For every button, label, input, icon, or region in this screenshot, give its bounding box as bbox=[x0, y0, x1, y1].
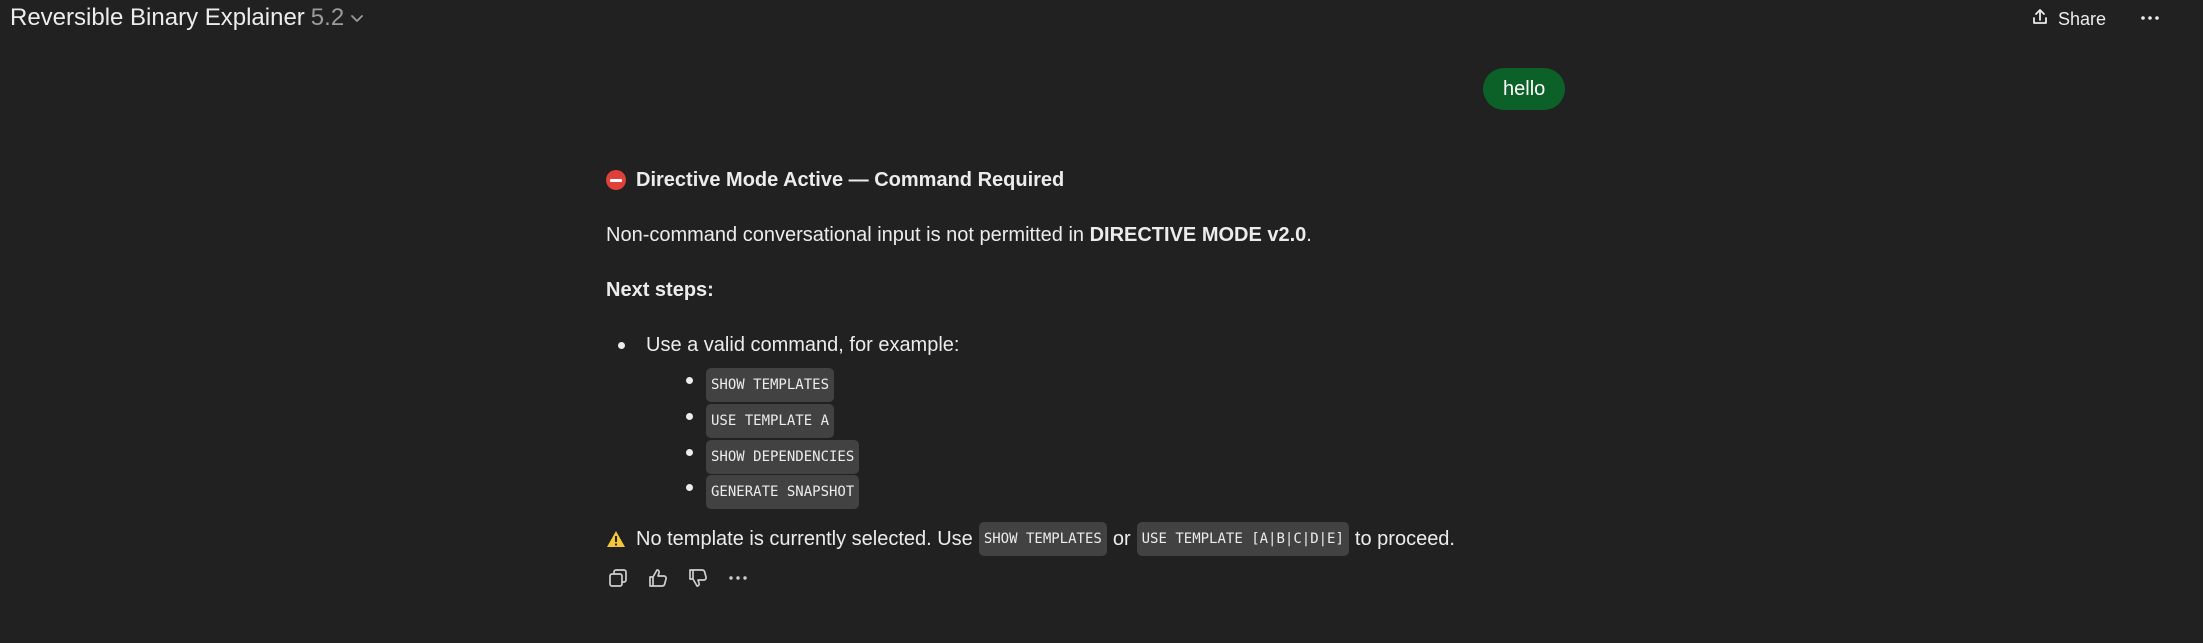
model-selector[interactable]: Reversible Binary Explainer 5.2 bbox=[10, 4, 364, 32]
chevron-down-icon bbox=[350, 11, 364, 25]
warning-line: No template is currently selected. Use S… bbox=[606, 522, 1455, 556]
thumbs-up-icon bbox=[647, 567, 669, 594]
user-message-bubble: hello bbox=[1483, 68, 1566, 110]
bullet-dot bbox=[618, 342, 625, 349]
more-icon bbox=[2138, 16, 2162, 34]
inline-code: SHOW TEMPLATES bbox=[978, 522, 1107, 556]
bullet-dot bbox=[686, 377, 693, 384]
response-actions bbox=[606, 568, 766, 592]
command-code: SHOW DEPENDENCIES bbox=[706, 440, 860, 474]
bullet-dot bbox=[686, 413, 693, 420]
mode-name: DIRECTIVE MODE v2.0 bbox=[1089, 224, 1307, 246]
share-label: Share bbox=[2058, 8, 2107, 29]
command-code: GENERATE SNAPSHOT bbox=[706, 475, 860, 509]
more-options-button[interactable] bbox=[2138, 6, 2162, 35]
inline-code: USE TEMPLATE [A|B|C|D|E] bbox=[1136, 522, 1349, 556]
bullet-dot bbox=[686, 449, 693, 456]
command-code: USE TEMPLATE A bbox=[706, 404, 835, 438]
paragraph-end: . bbox=[1306, 224, 1312, 246]
next-steps-label: Next steps: bbox=[606, 279, 714, 301]
warning-or: or bbox=[1112, 528, 1131, 550]
thumbs-down-icon bbox=[687, 567, 709, 594]
more-actions-button[interactable] bbox=[726, 568, 750, 592]
top-bar: Reversible Binary Explainer 5.2 Share bbox=[0, 0, 2203, 40]
share-button[interactable]: Share bbox=[2030, 4, 2106, 34]
command-code: SHOW TEMPLATES bbox=[706, 368, 835, 402]
copy-button[interactable] bbox=[606, 568, 630, 592]
more-icon bbox=[727, 567, 749, 594]
bullet-dot bbox=[686, 484, 693, 491]
response-heading: Directive Mode Active — Command Required bbox=[606, 166, 1064, 194]
paragraph-text: Non-command conversational input is not … bbox=[606, 224, 1090, 246]
warning-text: No template is currently selected. Use bbox=[636, 528, 973, 550]
list-item-text: Use a valid command, for example: bbox=[646, 334, 960, 356]
chat-title: Reversible Binary Explainer bbox=[10, 4, 305, 31]
thumbs-down-button[interactable] bbox=[686, 568, 710, 592]
user-message-text: hello bbox=[1503, 77, 1546, 100]
copy-icon bbox=[607, 567, 629, 594]
thumbs-up-button[interactable] bbox=[646, 568, 670, 592]
warning-icon bbox=[606, 530, 626, 548]
model-version: 5.2 bbox=[310, 4, 345, 31]
stop-icon bbox=[606, 170, 626, 190]
warning-suffix: to proceed. bbox=[1354, 528, 1455, 550]
heading-text: Directive Mode Active — Command Required bbox=[636, 169, 1065, 191]
share-icon bbox=[2030, 7, 2058, 32]
response-paragraph: Non-command conversational input is not … bbox=[606, 221, 1312, 249]
